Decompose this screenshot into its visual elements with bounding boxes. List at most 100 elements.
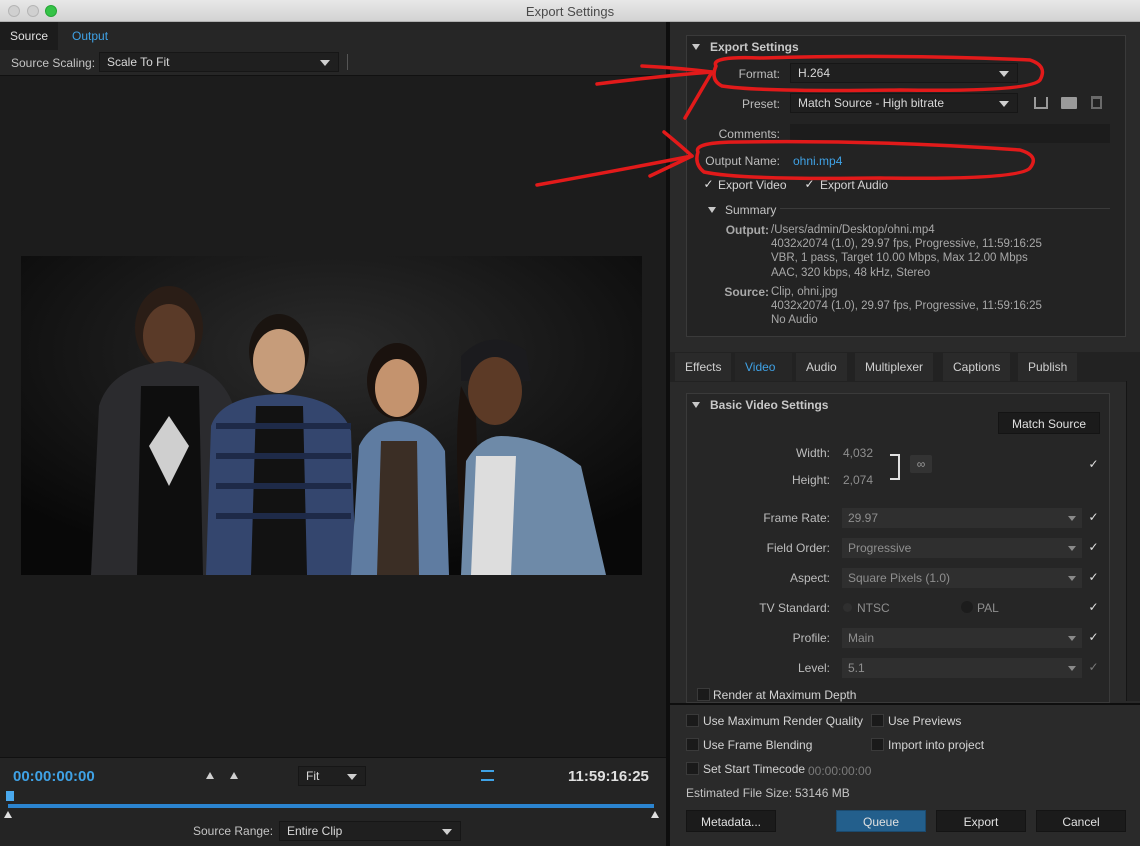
group-photo (21, 256, 642, 575)
tv-standard-checkbox[interactable]: ✓ (1087, 601, 1100, 614)
set-out-point-icon[interactable] (230, 772, 238, 779)
divider (347, 54, 348, 70)
basic-video-header: Basic Video Settings (710, 398, 829, 412)
pal-label: PAL (977, 601, 999, 615)
frame-rate-dropdown[interactable]: 29.97 (842, 508, 1082, 528)
aspect-toggle-icon[interactable] (481, 770, 494, 781)
chevron-down-icon (1068, 666, 1076, 671)
start-timecode-value[interactable]: 00:00:00:00 (808, 764, 871, 778)
frame-rate-label: Frame Rate: (763, 511, 830, 525)
estimated-size-value: 53146 MB (795, 786, 850, 800)
delete-preset-icon[interactable] (1091, 96, 1102, 109)
level-label: Level: (797, 661, 830, 675)
queue-button[interactable]: Queue (836, 810, 926, 832)
use-max-render-checkbox[interactable] (686, 714, 699, 727)
set-start-timecode-label: Set Start Timecode (703, 762, 806, 776)
tab-effects[interactable]: Effects (675, 353, 732, 381)
chevron-down-icon (1068, 576, 1076, 581)
field-order-checkbox[interactable]: ✓ (1087, 541, 1100, 554)
dimensions-match-checkbox[interactable]: ✓ (1087, 458, 1100, 471)
export-video-checkbox[interactable]: ✓ (702, 178, 715, 191)
tab-audio[interactable]: Audio (796, 353, 847, 381)
use-previews-checkbox[interactable] (871, 714, 884, 727)
in-point-handle[interactable] (4, 811, 12, 818)
summary-output-line: /Users/admin/Desktop/ohni.mp4 (771, 224, 935, 236)
comments-input[interactable] (790, 124, 1110, 143)
output-name-label: Output Name: (705, 154, 780, 168)
link-dimensions-icon[interactable]: ∞ (910, 455, 932, 473)
tv-standard-label: TV Standard: (759, 601, 830, 615)
summary-source-line: 4032x2074 (1.0), 29.97 fps, Progressive,… (771, 300, 1042, 313)
render-max-depth-label: Render at Maximum Depth (713, 688, 857, 702)
import-into-project-checkbox[interactable] (871, 738, 884, 751)
collapse-triangle-icon[interactable] (692, 44, 700, 50)
chevron-down-icon (442, 829, 452, 835)
height-value[interactable]: 2,074 (843, 473, 873, 487)
field-order-dropdown[interactable]: Progressive (842, 538, 1082, 558)
level-dropdown[interactable]: 5.1 (842, 658, 1082, 678)
preview-tabs: Source Output (0, 22, 666, 50)
profile-dropdown[interactable]: Main (842, 628, 1082, 648)
metadata-button[interactable]: Metadata... (686, 810, 776, 832)
match-source-button[interactable]: Match Source (998, 412, 1100, 434)
use-frame-blending-checkbox[interactable] (686, 738, 699, 751)
duration-timecode: 11:59:16:25 (568, 768, 649, 785)
profile-checkbox[interactable]: ✓ (1087, 631, 1100, 644)
out-point-handle[interactable] (651, 811, 659, 818)
summary-output-details: /Users/admin/Desktop/ohni.mp4 4032x2074 … (771, 223, 1042, 280)
summary-source-label: Source: (724, 285, 769, 299)
export-audio-checkbox[interactable]: ✓ (803, 178, 816, 191)
summary-output-line: AAC, 320 kbps, 48 kHz, Stereo (771, 266, 931, 279)
window-title: Export Settings (525, 4, 615, 19)
format-value: H.264 (798, 66, 831, 80)
tab-source[interactable]: Source (0, 22, 59, 50)
basic-video-collapse-icon[interactable] (692, 402, 700, 408)
preset-dropdown[interactable]: Match Source - High bitrate (790, 93, 1018, 113)
tab-captions[interactable]: Captions (943, 353, 1011, 381)
summary-header: Summary (725, 203, 777, 217)
source-scaling-label: Source Scaling: (11, 56, 96, 70)
source-range-value: Entire Clip (287, 824, 343, 838)
tab-multiplexer[interactable]: Multiplexer (855, 353, 934, 381)
current-timecode[interactable]: 00:00:00:00 (13, 768, 95, 785)
output-name-link[interactable]: ohni.mp4 (793, 154, 842, 168)
pal-radio[interactable] (961, 601, 973, 613)
chevron-down-icon (1068, 546, 1076, 551)
estimated-size-label: Estimated File Size: (686, 786, 793, 800)
export-button[interactable]: Export (936, 810, 1026, 832)
width-value[interactable]: 4,032 (843, 446, 873, 460)
summary-collapse-icon[interactable] (708, 207, 716, 213)
summary-source-line: No Audio (771, 314, 818, 327)
ntsc-radio[interactable] (843, 603, 852, 612)
level-checkbox[interactable]: ✓ (1087, 661, 1100, 674)
tab-video[interactable]: Video (735, 353, 792, 381)
frame-rate-value: 29.97 (848, 511, 879, 525)
aspect-dropdown[interactable]: Square Pixels (1.0) (842, 568, 1082, 588)
set-in-point-icon[interactable] (206, 772, 214, 779)
frame-rate-checkbox[interactable]: ✓ (1087, 511, 1100, 524)
zoom-dropdown[interactable]: Fit (298, 766, 366, 786)
settings-scrollbar[interactable] (1126, 381, 1140, 701)
import-preset-icon[interactable] (1061, 97, 1077, 109)
aspect-checkbox[interactable]: ✓ (1087, 571, 1100, 584)
profile-value: Main (848, 631, 875, 645)
comments-label: Comments: (718, 127, 780, 141)
playhead[interactable] (6, 791, 14, 801)
tab-publish[interactable]: Publish (1018, 353, 1078, 381)
cancel-button[interactable]: Cancel (1036, 810, 1126, 832)
timeline-range-bar[interactable] (8, 804, 654, 808)
field-order-value: Progressive (848, 541, 912, 555)
preset-value: Match Source - High bitrate (798, 96, 945, 110)
source-range-dropdown[interactable]: Entire Clip (279, 821, 461, 841)
render-max-depth-checkbox[interactable] (697, 688, 710, 701)
export-video-label: Export Video (718, 178, 787, 192)
tab-output[interactable]: Output (62, 22, 118, 50)
preset-label: Preset: (741, 97, 780, 111)
source-scaling-dropdown[interactable]: Scale To Fit (99, 52, 339, 72)
save-preset-icon[interactable] (1034, 97, 1048, 109)
zoom-value: Fit (306, 769, 320, 783)
set-start-timecode-checkbox[interactable] (686, 762, 699, 775)
use-max-render-label: Use Maximum Render Quality (703, 714, 864, 728)
format-dropdown[interactable]: H.264 (790, 63, 1018, 83)
chevron-down-icon (320, 60, 330, 66)
